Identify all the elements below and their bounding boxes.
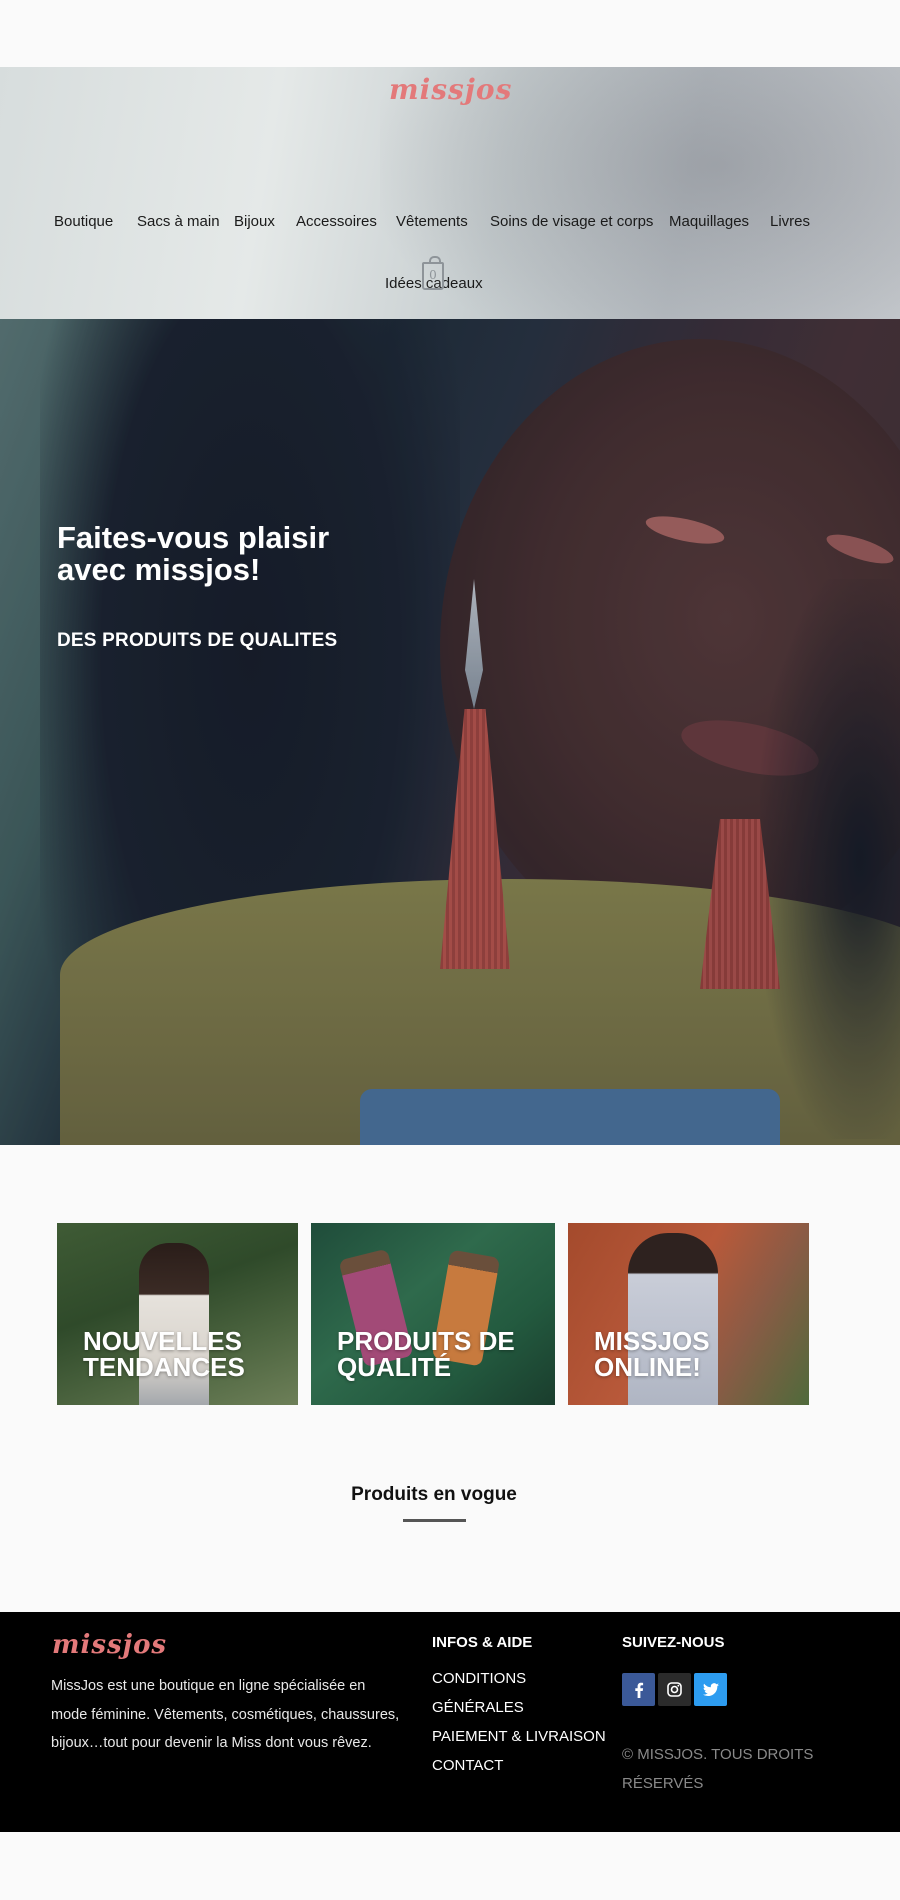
site-header: missjos Boutique Sacs à main Bijoux Acce…: [0, 67, 900, 319]
footer-link-generales[interactable]: GÉNÉRALES: [432, 1699, 524, 1716]
category-label: PRODUITS DE QUALITÉ: [337, 1326, 515, 1382]
shopping-bag-icon[interactable]: 0: [422, 256, 444, 290]
nav-item-livres[interactable]: Livres: [770, 213, 810, 230]
footer-logo[interactable]: missjos: [52, 1630, 167, 1660]
cart-count: 0: [429, 268, 437, 282]
footer-link-contact[interactable]: CONTACT: [432, 1757, 503, 1774]
section-title-underline: [403, 1519, 466, 1522]
category-label: MISSJOS ONLINE!: [594, 1326, 710, 1382]
nav-item-boutique[interactable]: Boutique: [54, 213, 113, 230]
nav-item-accessoires[interactable]: Accessoires: [296, 213, 377, 230]
instagram-icon[interactable]: [658, 1673, 691, 1706]
copyright-text: © MISSJOS. TOUS DROITS RÉSERVÉS: [622, 1746, 814, 1792]
footer-heading-info: INFOS & AIDE: [432, 1634, 533, 1651]
section-title-trending: Produits en vogue: [351, 1484, 517, 1505]
facebook-icon[interactable]: [622, 1673, 655, 1706]
nav-item-bijoux[interactable]: Bijoux: [234, 213, 275, 230]
site-logo[interactable]: missjos: [389, 73, 512, 106]
nav-item-maquillages[interactable]: Maquillages: [669, 213, 749, 230]
footer-description: MissJos est une boutique en ligne spécia…: [51, 1678, 400, 1751]
site-footer: missjos MissJos est une boutique en lign…: [0, 1612, 900, 1832]
category-label: NOUVELLES TENDANCES: [83, 1326, 245, 1382]
hero-banner: Faites-vous plaisir avec missjos! DES PR…: [0, 319, 900, 1145]
category-card-nouvelles-tendances[interactable]: NOUVELLES TENDANCES: [57, 1223, 298, 1405]
hero-overlay: [0, 319, 900, 1145]
nav-item-vetements[interactable]: Vêtements: [396, 213, 468, 230]
footer-heading-social: SUIVEZ-NOUS: [622, 1634, 725, 1651]
category-card-missjos-online[interactable]: MISSJOS ONLINE!: [568, 1223, 809, 1405]
footer-link-paiement-livraison[interactable]: PAIEMENT & LIVRAISON: [432, 1728, 606, 1745]
hero-subtitle: DES PRODUITS DE QUALITES: [57, 630, 338, 651]
footer-link-conditions[interactable]: CONDITIONS: [432, 1670, 526, 1687]
nav-item-soins-visage-corps[interactable]: Soins de visage et corps: [490, 213, 653, 230]
twitter-icon[interactable]: [694, 1673, 727, 1706]
category-card-produits-de-qualite[interactable]: PRODUITS DE QUALITÉ: [311, 1223, 555, 1405]
hero-title: Faites-vous plaisir avec missjos!: [57, 520, 330, 587]
nav-item-sacs-a-main[interactable]: Sacs à main: [137, 213, 220, 230]
